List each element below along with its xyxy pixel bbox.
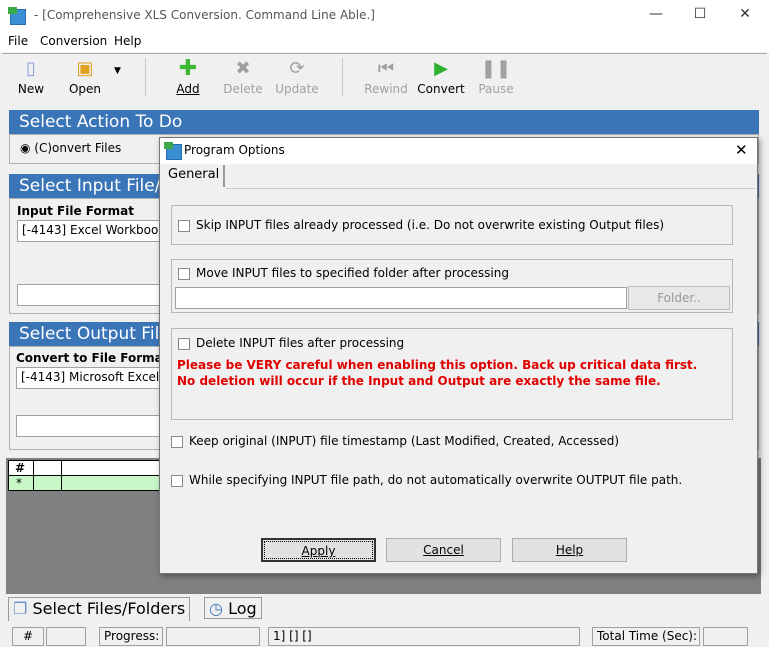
status-progress bbox=[166, 627, 260, 646]
delete-warning: Please be VERY careful when enabling thi… bbox=[177, 358, 698, 388]
input-format-label: Input File Format bbox=[17, 204, 135, 218]
status-bar: # Progress: 1] [] [] Total Time (Sec): bbox=[0, 625, 769, 647]
convert-button[interactable]: ▶ Convert bbox=[416, 58, 466, 96]
refresh-icon: ⟳ bbox=[289, 58, 305, 79]
output-path-field[interactable] bbox=[16, 415, 176, 437]
log-icon: ◷ bbox=[209, 599, 223, 618]
status-count-label: # bbox=[12, 627, 44, 646]
dialog-title-bar: Program Options ✕ bbox=[160, 138, 757, 164]
help-button[interactable]: Help bbox=[512, 538, 627, 562]
skip-group: Skip INPUT files already processed (i.e.… bbox=[171, 205, 733, 245]
output-format-label: Convert to File Format bbox=[16, 351, 169, 365]
play-icon: ▶ bbox=[434, 58, 448, 79]
title-bar: - [Comprehensive XLS Conversion. Command… bbox=[0, 0, 769, 32]
section-action-header: Select Action To Do bbox=[9, 110, 759, 134]
tab-general[interactable]: General bbox=[164, 165, 226, 187]
input-format-select[interactable]: [-4143] Excel Workbook bbox=[17, 220, 177, 242]
toolbar: ▯ New ▣ Open ▼ ✚ Add ✖ Delete ⟳ Update ⏮ Rewin… bbox=[2, 53, 767, 101]
status-info: 1] [] [] bbox=[268, 627, 580, 646]
status-total-time bbox=[703, 627, 748, 646]
maximize-button[interactable]: ☐ bbox=[685, 6, 715, 22]
menu-file[interactable]: File bbox=[8, 34, 28, 48]
update-button[interactable]: ⟳ Update bbox=[272, 58, 322, 96]
tab-log[interactable]: ◷ Log bbox=[204, 597, 262, 619]
no-overwrite-output-checkbox[interactable]: While specifying INPUT file path, do not… bbox=[171, 473, 682, 487]
program-options-dialog: Program Options ✕ General Skip INPUT fil… bbox=[159, 137, 758, 574]
apply-button[interactable]: Apply bbox=[261, 538, 376, 562]
rewind-icon: ⏮ bbox=[377, 58, 395, 79]
menu-conversion[interactable]: Conversion bbox=[40, 34, 107, 48]
dialog-title: Program Options bbox=[184, 143, 285, 157]
status-progress-label: Progress: bbox=[99, 627, 163, 646]
move-group: Move INPUT files to specified folder aft… bbox=[171, 259, 733, 313]
new-file-icon: ▯ bbox=[26, 58, 36, 79]
app-icon bbox=[8, 7, 26, 25]
grid-header-number: # bbox=[15, 461, 26, 475]
minimize-button[interactable]: — bbox=[641, 6, 671, 22]
floppy-icon: ▣ bbox=[76, 58, 94, 79]
status-total-time-label: Total Time (Sec): bbox=[592, 627, 700, 646]
files-icon: ❐ bbox=[13, 599, 28, 618]
delete-button[interactable]: ✖ Delete bbox=[218, 58, 268, 96]
cancel-button[interactable]: Cancel bbox=[386, 538, 501, 562]
dialog-close-button[interactable]: ✕ bbox=[735, 141, 748, 159]
delete-group: Delete INPUT files after processing Plea… bbox=[171, 328, 733, 420]
input-path-field[interactable] bbox=[17, 284, 177, 306]
move-files-checkbox[interactable]: Move INPUT files to specified folder aft… bbox=[178, 266, 509, 280]
move-folder-field[interactable] bbox=[175, 287, 627, 309]
add-button[interactable]: ✚ Add bbox=[163, 56, 213, 97]
dialog-app-icon bbox=[164, 142, 182, 160]
menu-help[interactable]: Help bbox=[114, 34, 141, 48]
keep-timestamp-checkbox[interactable]: Keep original (INPUT) file timestamp (La… bbox=[171, 434, 619, 448]
menu-bar: File Conversion Help bbox=[0, 32, 769, 52]
pause-button[interactable]: ❚❚ Pause bbox=[471, 58, 521, 96]
tab-select-files[interactable]: ❐ Select Files/Folders bbox=[8, 597, 191, 621]
skip-processed-checkbox[interactable]: Skip INPUT files already processed (i.e.… bbox=[178, 218, 664, 232]
close-button[interactable]: ✕ bbox=[730, 6, 760, 22]
delete-files-checkbox[interactable]: Delete INPUT files after processing bbox=[178, 336, 404, 350]
rewind-button[interactable]: ⏮ Rewind bbox=[361, 58, 411, 96]
folder-browse-button[interactable]: Folder.. bbox=[628, 286, 730, 310]
plus-icon: ✚ bbox=[178, 56, 198, 81]
new-button[interactable]: ▯ New bbox=[6, 58, 56, 96]
open-button[interactable]: ▣ Open bbox=[60, 58, 110, 96]
window-title: - [Comprehensive XLS Conversion. Command… bbox=[34, 8, 375, 22]
x-icon: ✖ bbox=[235, 58, 251, 79]
status-count bbox=[46, 627, 86, 646]
open-dropdown-icon[interactable]: ▼ bbox=[114, 66, 121, 76]
output-format-select[interactable]: [-4143] Microsoft Excel W bbox=[16, 367, 176, 389]
pause-icon: ❚❚ bbox=[480, 58, 512, 79]
convert-files-radio[interactable]: ◉ (C)onvert Files bbox=[20, 141, 121, 155]
